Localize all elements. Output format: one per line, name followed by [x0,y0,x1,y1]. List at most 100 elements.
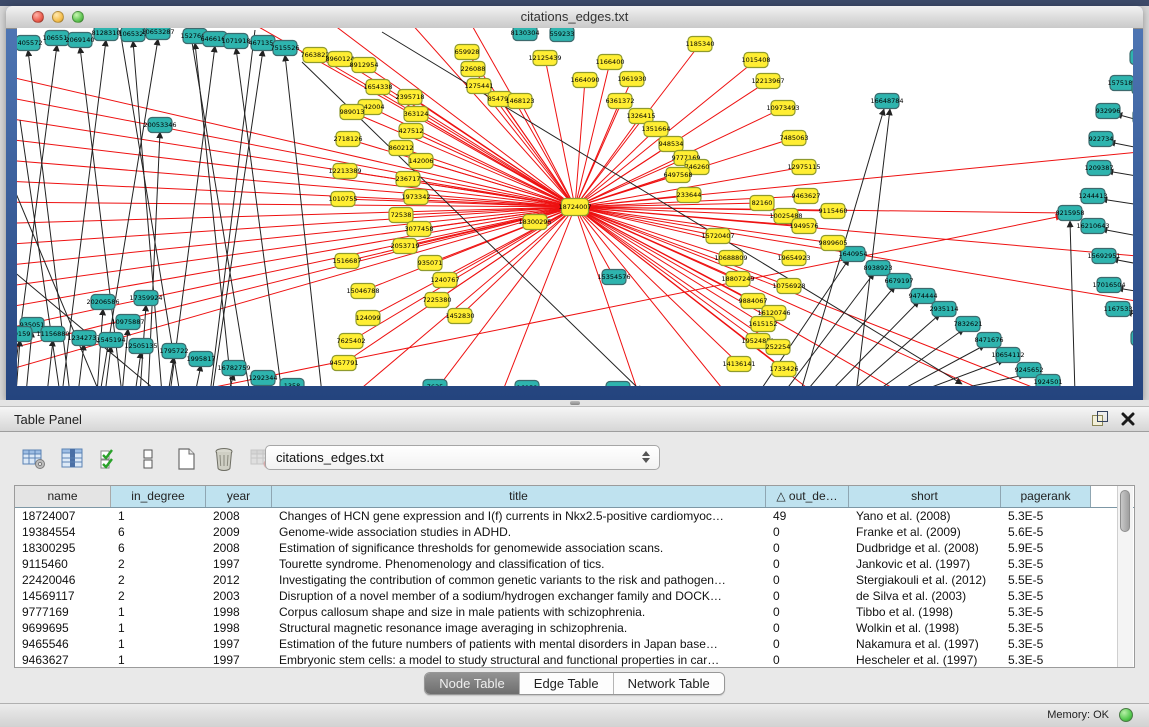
column-header-out_degree[interactable]: △ out_de… [766,486,849,507]
graph-node[interactable]: 1117 [1130,50,1133,65]
splitter-handle-icon[interactable] [570,401,580,405]
scrollbar-thumb[interactable] [1120,490,1130,532]
graph-node[interactable]: 233644 [677,188,702,203]
graph-node[interactable]: 15692951 [1087,249,1120,264]
graph-node[interactable]: 8938923 [864,261,893,276]
graph-node[interactable]: 7832621 [954,317,983,332]
graph-node[interactable]: 559233 [550,28,575,42]
graph-node[interactable]: 18724007 [558,199,591,216]
graph-node[interactable]: 2718126 [334,132,363,147]
graph-node[interactable]: 1468123 [506,94,535,109]
graph-node[interactable]: 1358 [280,379,304,387]
table-selector-dropdown[interactable]: citations_edges.txt [265,445,660,470]
graph-node[interactable]: 1275441 [465,79,494,94]
table-row[interactable]: 969969511998Structural magnetic resonanc… [15,620,1134,636]
graph-node[interactable]: 9899605 [819,236,848,251]
graph-node[interactable]: 1185340 [686,37,715,52]
float-panel-icon[interactable] [1092,411,1107,426]
graph-node[interactable]: 7635 [423,380,447,387]
column-header-name[interactable]: name [15,486,111,507]
graph-node[interactable]: 12213967 [751,74,784,89]
create-table-button[interactable] [172,445,200,473]
graph-node[interactable]: 7625402 [337,334,366,349]
graph-node[interactable]: 1010755 [329,192,358,207]
graph-node[interactable]: 1795722 [160,344,189,359]
graph-node[interactable]: 8471676 [975,333,1004,348]
table-row[interactable]: 946362711997Embryonic stem cells: a mode… [15,652,1134,668]
graph-node[interactable]: 16958 [515,381,539,387]
graph-node[interactable]: 20053346 [143,118,176,133]
graph-node[interactable]: 1015408 [742,53,771,68]
graph-node[interactable]: 2935114 [930,302,959,317]
tab-network-table[interactable]: Network Table [614,673,724,694]
graph-node[interactable]: 1973342 [402,190,431,205]
graph-node[interactable]: 12975115 [787,160,820,175]
graph-node[interactable]: 16782759 [217,361,250,376]
graph-node[interactable]: 2797 [606,382,630,387]
table-row[interactable]: 1938455462009Genome-wide association stu… [15,524,1134,540]
graph-node[interactable]: 1071918 [222,34,251,49]
graph-node[interactable]: 10653287 [141,28,174,40]
graph-node[interactable]: 11156889 [36,327,69,342]
graph-node[interactable]: 15046788 [346,284,379,299]
graph-node[interactable]: 1961930 [618,72,647,87]
table-row[interactable]: 1872400712008Changes of HCN gene express… [15,508,1134,524]
table-row[interactable]: 977716911998Corpus callosum shape and si… [15,604,1134,620]
table-row[interactable]: 946554611997Estimation of the future num… [15,636,1134,652]
graph-node[interactable]: 252254 [766,340,791,355]
graph-node[interactable]: 17016504 [1092,278,1125,293]
graph-node[interactable]: 659928 [455,45,480,60]
graph-node[interactable]: 922734 [1089,132,1114,147]
graph-node[interactable]: 2405572 [17,36,42,51]
graph-node[interactable]: 1545194 [97,333,126,348]
graph-node[interactable]: 16648784 [870,94,903,109]
graph-node[interactable]: 15354576 [597,270,630,285]
column-header-year[interactable]: year [206,486,272,507]
graph-node[interactable]: 1924501 [1034,375,1063,387]
table-row[interactable]: 1830029562008Estimation of significance … [15,540,1134,556]
column-header-short[interactable]: short [849,486,1001,507]
graph-node[interactable]: 142006 [409,154,434,169]
graph-node[interactable]: 226088 [461,62,486,77]
graph-node[interactable]: 1664090 [571,73,600,88]
select-visible-columns-button[interactable] [96,445,124,473]
graph-node[interactable]: 18300295 [518,215,551,230]
graph-node[interactable]: 8912954 [350,58,379,73]
graph-node[interactable]: 10973493 [766,101,799,116]
graph-node[interactable]: 7225380 [423,293,452,308]
table-row[interactable]: 911546021997Tourette syndrome. Phenomeno… [15,556,1134,572]
graph-node[interactable]: 10688809 [714,251,747,266]
graph-node[interactable]: 1292344 [249,371,278,386]
table-vertical-scrollbar[interactable] [1117,486,1133,667]
graph-node[interactable]: 1575187 [1108,76,1133,91]
graph-node[interactable]: 1949576 [790,219,819,234]
network-canvas-svg[interactable]: 1872400724055721065512206914081283101065… [17,28,1133,386]
graph-node[interactable]: 9115460 [819,204,848,219]
graph-node[interactable]: 363124 [404,107,429,122]
graph-node[interactable]: 860212 [389,141,414,156]
graph-node[interactable]: 1452830 [446,309,475,324]
graph-node[interactable]: 82160 [750,196,774,211]
graph-node[interactable]: 1516687 [333,254,362,269]
graph-node[interactable]: 1733426 [770,362,799,377]
graph-node[interactable]: 989013 [340,105,365,120]
graph-node[interactable]: 3077458 [405,222,434,237]
graph-node[interactable]: 1615152 [749,317,778,332]
graph-node[interactable]: 7515526 [271,41,300,56]
graph-node[interactable]: 18807249 [721,272,754,287]
graph-node[interactable]: 1244413 [1079,189,1108,204]
graph-node[interactable]: 39159 [17,327,32,342]
graph-node[interactable]: 17359924 [129,291,162,306]
graph-node[interactable]: 6497568 [664,168,693,183]
graph-node[interactable]: 8215958 [1056,206,1085,221]
graph-node[interactable]: 1209387 [1085,161,1114,176]
tab-edge-table[interactable]: Edge Table [520,673,614,694]
graph-node[interactable]: 19654923 [777,251,810,266]
graph-node[interactable]: 935071 [418,256,443,271]
graph-node[interactable]: 2053719 [391,239,420,254]
table-settings-button[interactable] [20,445,48,473]
column-header-pagerank[interactable]: pagerank [1001,486,1091,507]
graph-node[interactable]: 9474444 [909,289,938,304]
graph-node[interactable]: 932996 [1096,104,1121,119]
table-row[interactable]: 1456911722003Disruption of a novel membe… [15,588,1134,604]
